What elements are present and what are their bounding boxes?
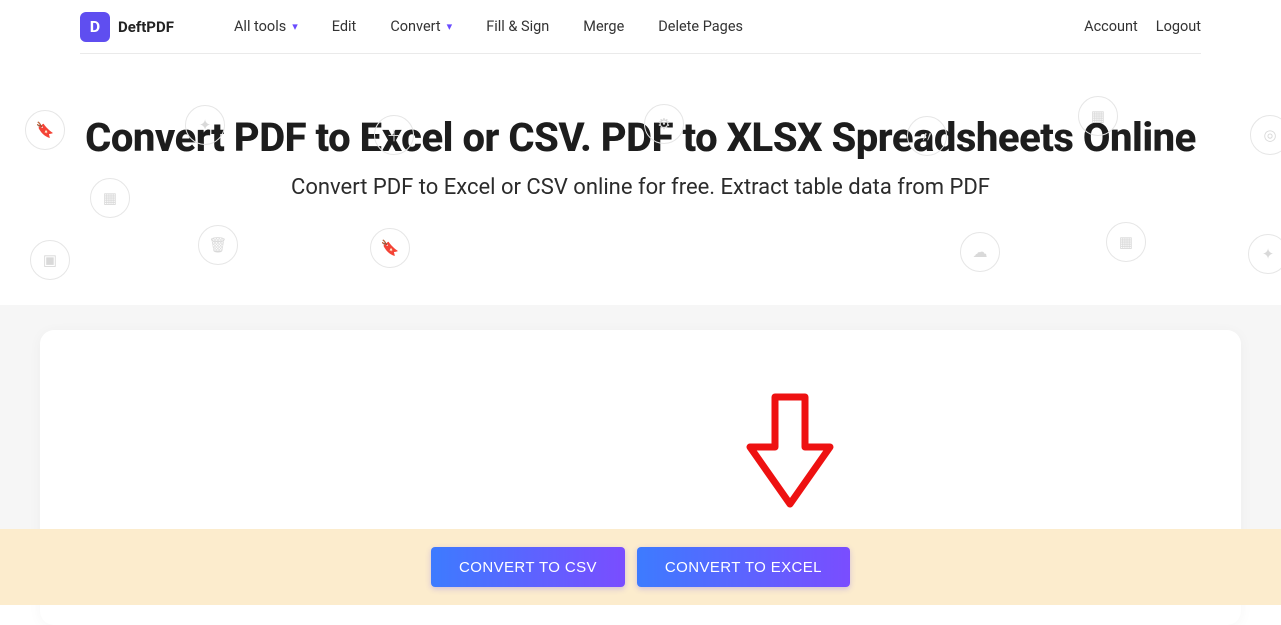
nav-all-tools[interactable]: All tools ▾ xyxy=(234,18,298,35)
convert-to-excel-button[interactable]: CONVERT TO EXCEL xyxy=(637,547,850,587)
chevron-down-icon: ▾ xyxy=(447,20,453,33)
header: D DeftPDF All tools ▾ Edit Convert ▾ Fil… xyxy=(80,0,1201,54)
page-title: Convert PDF to Excel or CSV. PDF to XLSX… xyxy=(40,114,1241,161)
logo-text: DeftPDF xyxy=(118,18,174,36)
hero: Convert PDF to Excel or CSV. PDF to XLSX… xyxy=(0,54,1281,250)
nav-convert-label: Convert xyxy=(390,18,440,35)
chevron-down-icon: ▾ xyxy=(292,20,298,33)
convert-to-csv-button[interactable]: CONVERT TO CSV xyxy=(431,547,625,587)
nav-fill-sign[interactable]: Fill & Sign xyxy=(486,18,549,35)
nav-merge[interactable]: Merge xyxy=(583,18,624,35)
logout-link[interactable]: Logout xyxy=(1156,18,1201,35)
account-link[interactable]: Account xyxy=(1084,18,1138,35)
nav-convert[interactable]: Convert ▾ xyxy=(390,18,452,35)
page-subtitle: Convert PDF to Excel or CSV online for f… xyxy=(40,175,1241,200)
action-bar: CONVERT TO CSV CONVERT TO EXCEL xyxy=(0,529,1281,605)
nav-all-tools-label: All tools xyxy=(234,18,286,35)
logo-mark-icon: D xyxy=(80,12,110,42)
primary-nav: All tools ▾ Edit Convert ▾ Fill & Sign M… xyxy=(234,18,743,35)
nav-edit[interactable]: Edit xyxy=(332,18,357,35)
logo[interactable]: D DeftPDF xyxy=(80,12,174,42)
header-right: Account Logout xyxy=(1084,18,1201,35)
nav-delete-pages[interactable]: Delete Pages xyxy=(658,18,743,35)
